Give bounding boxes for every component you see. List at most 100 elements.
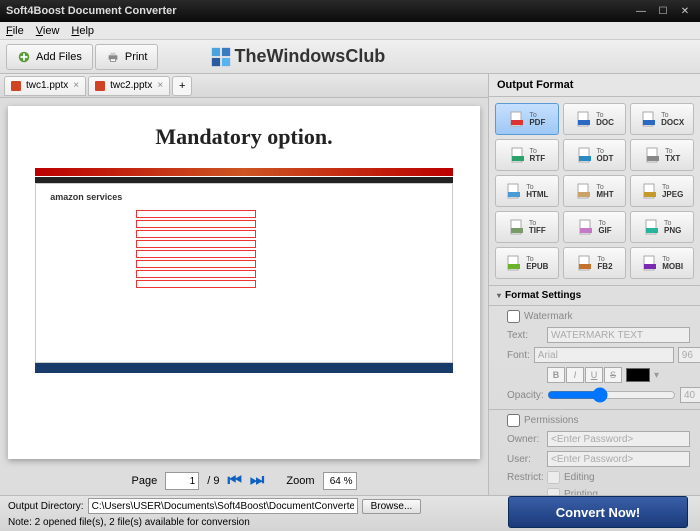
maximize-button[interactable]: ☐ <box>654 4 672 18</box>
opacity-value[interactable] <box>680 387 700 403</box>
restrict-printing-checkbox[interactable] <box>547 488 560 495</box>
format-pdf-button[interactable]: ToPDF <box>495 103 559 135</box>
inner-logo-text: amazon services <box>50 192 438 202</box>
watermark-checkbox[interactable] <box>507 310 520 323</box>
format-mht-button[interactable]: ToMHT <box>563 175 627 207</box>
bold-button[interactable]: B <box>547 367 565 383</box>
slide-screenshot: amazon services <box>35 168 453 373</box>
close-button[interactable]: ✕ <box>676 4 694 18</box>
page-label: Page <box>132 475 158 487</box>
format-odt-button[interactable]: ToODT <box>563 139 627 171</box>
filetype-icon <box>640 110 658 128</box>
browse-button[interactable]: Browse... <box>362 499 422 514</box>
opacity-slider[interactable] <box>547 387 676 403</box>
brand-text: TheWindowsClub <box>234 46 385 67</box>
output-panel: Output Format ToPDFToDOCToDOCX ToRTFToODT… <box>488 74 700 495</box>
page-total: / 9 <box>207 475 219 487</box>
minimize-button[interactable]: — <box>632 4 650 18</box>
user-password-input[interactable] <box>547 451 690 467</box>
first-page-button[interactable]: ⏮ <box>227 472 241 490</box>
format-doc-button[interactable]: ToDOC <box>563 103 627 135</box>
filetype-icon <box>508 218 526 236</box>
watermark-text-input[interactable] <box>547 327 690 343</box>
owner-password-input[interactable] <box>547 431 690 447</box>
format-settings-header[interactable]: Format Settings <box>489 286 700 305</box>
watermark-label: Watermark <box>524 311 573 322</box>
filetype-icon <box>641 182 659 200</box>
watermark-font-input[interactable] <box>534 347 674 363</box>
menu-help[interactable]: Help <box>71 25 94 37</box>
filetype-icon <box>577 218 595 236</box>
output-format-title: Output Format <box>489 74 700 97</box>
menu-bar: File View Help <box>0 22 700 40</box>
color-picker[interactable] <box>626 368 650 382</box>
strike-button[interactable]: S <box>604 367 622 383</box>
tab-close-icon[interactable]: × <box>157 80 163 91</box>
filetype-icon <box>575 182 593 200</box>
output-dir-label: Output Directory: <box>8 501 84 512</box>
add-tab-button[interactable]: + <box>172 76 192 96</box>
zoom-select[interactable] <box>323 472 357 490</box>
next-page-button[interactable]: ⏭ <box>250 472 264 490</box>
output-dir-input[interactable] <box>88 498 358 514</box>
format-txt-button[interactable]: ToTXT <box>630 139 694 171</box>
format-epub-button[interactable]: ToEPUB <box>495 247 559 279</box>
owner-label: Owner: <box>507 434 543 445</box>
restrict-editing-checkbox[interactable] <box>547 471 560 484</box>
user-label: User: <box>507 454 543 465</box>
wm-text-label: Text: <box>507 330 543 341</box>
toolbar: Add Files Print TheWindowsClub <box>0 40 700 74</box>
document-tabs: twc1.pptx × twc2.pptx × + <box>0 74 488 98</box>
filetype-icon <box>643 218 661 236</box>
underline-button[interactable]: U <box>585 367 603 383</box>
format-png-button[interactable]: ToPNG <box>630 211 694 243</box>
preview-page: Mandatory option. amazon services <box>8 106 480 459</box>
filetype-icon <box>505 254 523 272</box>
permissions-checkbox[interactable] <box>507 414 520 427</box>
zoom-label: Zoom <box>286 475 314 487</box>
editing-label: Editing <box>564 472 595 483</box>
tab-item[interactable]: twc2.pptx × <box>88 76 170 96</box>
tab-label: twc2.pptx <box>110 80 152 91</box>
pptx-icon <box>11 81 21 91</box>
slide-heading: Mandatory option. <box>155 124 332 150</box>
print-button[interactable]: Print <box>95 44 159 70</box>
windows-logo-icon <box>210 46 232 68</box>
filetype-icon <box>508 110 526 128</box>
filetype-icon <box>641 254 659 272</box>
wm-font-label: Font: <box>507 350 530 361</box>
menu-view[interactable]: View <box>36 25 60 37</box>
permissions-label: Permissions <box>524 415 578 426</box>
tab-label: twc1.pptx <box>26 80 68 91</box>
format-fb2-button[interactable]: ToFB2 <box>563 247 627 279</box>
page-input[interactable] <box>165 472 199 490</box>
tab-item[interactable]: twc1.pptx × <box>4 76 86 96</box>
format-html-button[interactable]: ToHTML <box>495 175 559 207</box>
filetype-icon <box>644 146 662 164</box>
restrict-label: Restrict: <box>507 472 543 483</box>
format-docx-button[interactable]: ToDOCX <box>630 103 694 135</box>
format-gif-button[interactable]: ToGIF <box>563 211 627 243</box>
italic-button[interactable]: I <box>566 367 584 383</box>
format-jpeg-button[interactable]: ToJPEG <box>630 175 694 207</box>
format-rtf-button[interactable]: ToRTF <box>495 139 559 171</box>
print-label: Print <box>125 51 148 63</box>
brand-logo: TheWindowsClub <box>210 46 385 68</box>
tab-close-icon[interactable]: × <box>73 80 79 91</box>
format-mobi-button[interactable]: ToMOBI <box>630 247 694 279</box>
filetype-icon <box>505 182 523 200</box>
convert-button[interactable]: Convert Now! <box>508 496 688 528</box>
preview-pane: Mandatory option. amazon services <box>0 98 488 467</box>
add-files-button[interactable]: Add Files <box>6 44 93 70</box>
printer-icon <box>106 50 120 64</box>
menu-file[interactable]: File <box>6 25 24 37</box>
filetype-icon <box>576 254 594 272</box>
watermark-size-input[interactable] <box>678 347 700 363</box>
title-bar: Soft4Boost Document Converter — ☐ ✕ <box>0 0 700 22</box>
add-files-label: Add Files <box>36 51 82 63</box>
footer: Output Directory: Browse... Note: 2 open… <box>0 495 700 531</box>
color-dropdown-icon[interactable]: ▾ <box>654 370 659 381</box>
pptx-icon <box>95 81 105 91</box>
filetype-icon <box>575 110 593 128</box>
format-tiff-button[interactable]: ToTIFF <box>495 211 559 243</box>
